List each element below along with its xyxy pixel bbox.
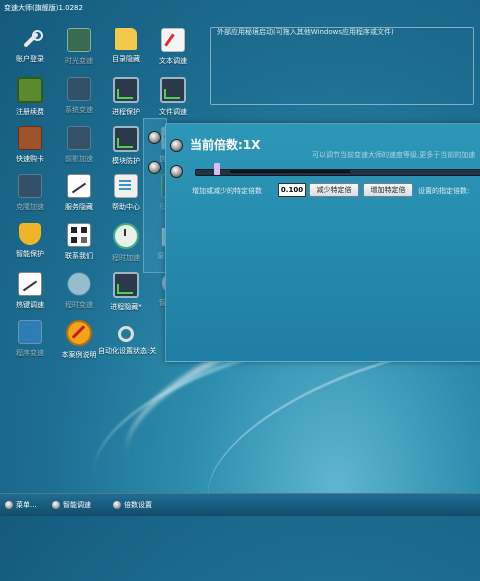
notepad-icon [161,28,185,52]
desktop-icon-label: 文本调速 [159,57,187,65]
orb-icon [52,501,60,509]
slider-handle[interactable] [214,163,220,175]
increment-value-input[interactable]: 0.100 [278,183,306,197]
desktop-icon-label: 文件调速 [159,108,187,116]
smart-speed-label: 智能调速 [63,501,91,509]
multiplier-settings-label: 倍数设置 [124,501,152,509]
desktop-icon-sequence-speed[interactable]: 程序变速 [2,320,58,358]
monitor-icon [113,272,139,298]
desktop-icon-label: 账户登录 [16,55,44,63]
slider-fill [230,170,350,173]
desktop-icon-clone-accel[interactable]: 克隆加速 [2,174,58,212]
external-panel-title: 外部应用秘境启动(可拖入其他Windows应用程序或文件) [217,28,394,36]
desktop-icon-label: 克隆加速 [16,203,44,211]
desktop-icon-label: 智能保护 [16,250,44,258]
orb-icon[interactable] [148,161,161,174]
folder-icon [115,28,137,50]
taskbar: 菜单... 智能调速 倍数设置 [0,493,480,516]
timer-icon [67,272,91,296]
set-multiplier-label: 设置的指定倍数: [418,187,470,195]
orb-icon [113,501,121,509]
current-multiplier-title: 当前倍数:1X [190,138,261,152]
card-icon [17,77,43,103]
multiplier-settings-button[interactable]: 倍数设置 [113,500,152,510]
gears-icon [115,320,137,342]
desktop-icon-text-speed[interactable]: 文本调速 [145,28,201,66]
external-app-panel[interactable]: 外部应用秘境启动(可拖入其他Windows应用程序或文件) [210,27,474,105]
chip-icon [18,174,42,198]
smart-speed-button[interactable]: 智能调速 [52,500,91,510]
orb-icon [5,501,13,509]
monitor-icon [160,77,186,103]
menu-label: 菜单... [16,501,37,509]
desktop-icon-hotkey-speed[interactable]: 热键调速 [2,272,58,310]
desktop-icon-file-speed[interactable]: 文件调速 [145,77,201,117]
menu-button[interactable]: 菜单... [5,500,37,510]
wrench-icon [19,28,43,50]
desktop-icon-smart-protect[interactable]: 智能保护 [2,223,58,259]
desktop-icon-auto-settings[interactable]: 自动化设置状态:关 [98,320,157,356]
monitor-icon [113,126,139,152]
chart-icon [67,174,91,198]
circuit-board-icon [67,28,91,52]
chip-icon [67,77,91,101]
orb-icon[interactable] [170,165,183,178]
desktop-icon-label: 自动化设置状态:关 [98,347,157,355]
orb-icon[interactable] [148,131,161,144]
shield-icon [19,223,41,245]
orb-icon[interactable] [170,139,183,152]
desktop-icon-register-renew[interactable]: 注册续费 [2,77,58,117]
compass-icon [66,320,92,346]
increase-button[interactable]: 增加特定倍 [363,183,413,197]
desktop-icon-label: 注册续费 [16,108,44,116]
desktop-icon-account-login[interactable]: 账户登录 [2,28,58,64]
blocks-icon [18,320,42,344]
document-icon [114,174,138,198]
book-icon [18,126,42,150]
speed-description: 可以调节当前变速大师的速度等级,更多于当前的加速 [312,151,476,159]
desktop-icon-label: 程序变速 [16,349,44,357]
desktop-icon-label: 热键调速 [16,301,44,309]
clock-icon [113,223,139,249]
chip-icon [67,126,91,150]
window-title: 变速大师(旗舰版)1.0282 [4,4,83,12]
desktop-icon-label: 快速购卡 [16,155,44,163]
qr-code-icon [67,223,91,247]
decrease-button[interactable]: 减少特定倍 [309,183,359,197]
monitor-icon [113,77,139,103]
chart-icon [18,272,42,296]
desktop-icon-quick-card[interactable]: 快速购卡 [2,126,58,164]
increment-label: 增加或减少的特定倍数 [192,187,262,195]
